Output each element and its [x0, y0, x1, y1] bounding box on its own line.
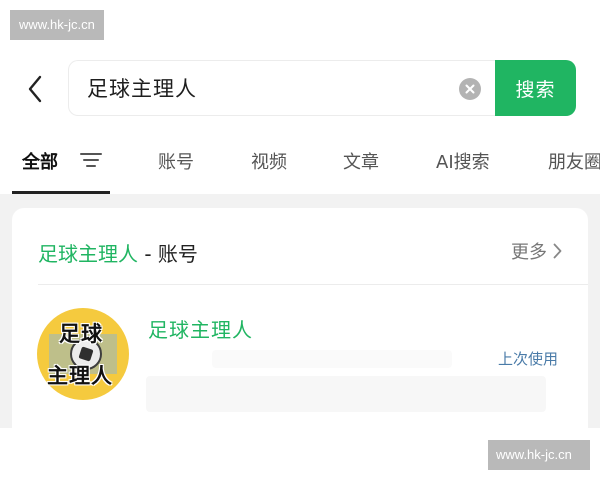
section-title: 足球主理人 - 账号	[38, 238, 198, 267]
last-used-label: 上次使用	[498, 350, 559, 368]
clear-search-button[interactable]	[459, 78, 481, 100]
search-input[interactable]: 足球主理人	[68, 60, 495, 116]
filter-icon[interactable]	[80, 151, 102, 169]
avatar-text-line2: 主理人	[47, 364, 113, 388]
section-keyword: 足球主理人	[38, 242, 138, 266]
tab-accounts[interactable]: 账号	[158, 148, 194, 174]
tab-articles[interactable]: 文章	[343, 148, 379, 174]
section-divider	[38, 284, 588, 285]
back-arrow-icon	[28, 75, 42, 103]
tab-ai-search[interactable]: AI搜索	[436, 148, 490, 174]
search-button[interactable]: 搜索	[495, 60, 576, 116]
back-button[interactable]	[20, 72, 50, 106]
watermark-bottom: www.hk-jc.cn	[488, 440, 590, 470]
tab-moments[interactable]: 朋友圈	[548, 148, 600, 174]
tab-all[interactable]: 全部	[22, 148, 58, 174]
account-meta-blurred	[146, 376, 546, 412]
tab-videos[interactable]: 视频	[251, 148, 287, 174]
tab-bar: 全部 账号 视频 文章 AI搜索 朋友圈	[0, 138, 600, 194]
search-query: 足球主理人	[87, 77, 197, 101]
more-label: 更多	[511, 242, 547, 263]
more-link[interactable]: 更多	[511, 238, 562, 264]
section-suffix: - 账号	[138, 242, 198, 266]
account-results-card: 足球主理人 - 账号 更多 足球 主理人 足球主理人 上次使用	[12, 208, 588, 438]
clear-icon	[465, 84, 475, 94]
avatar-text-line1: 足球	[59, 322, 103, 346]
chevron-right-icon	[553, 243, 562, 259]
account-desc-blurred	[212, 350, 452, 368]
account-name[interactable]: 足球主理人	[148, 314, 253, 343]
account-avatar[interactable]: 足球 主理人	[37, 308, 129, 400]
watermark-top: www.hk-jc.cn	[10, 10, 104, 40]
